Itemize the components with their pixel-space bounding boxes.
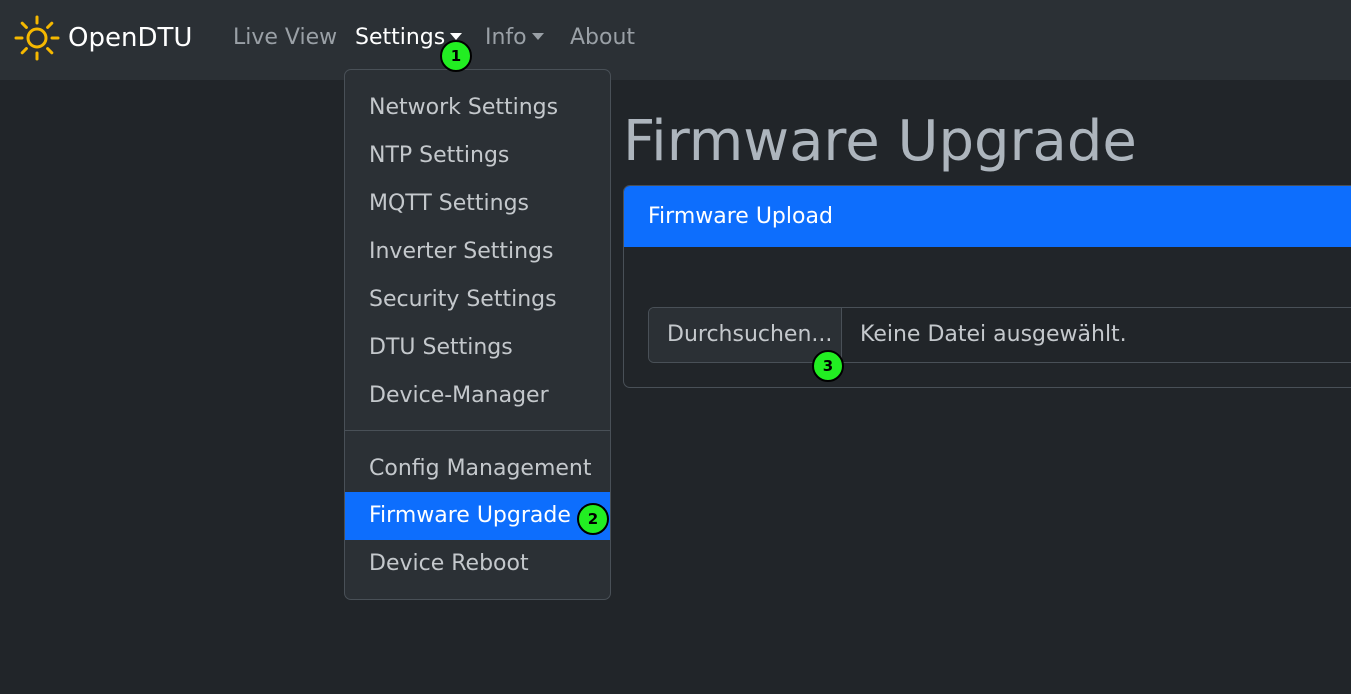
brand-name: OpenDTU bbox=[68, 23, 193, 53]
caret-down-icon bbox=[531, 33, 544, 40]
menu-item-mqtt-settings[interactable]: MQTT Settings bbox=[345, 180, 610, 228]
menu-item-firmware-upgrade[interactable]: Firmware Upgrade bbox=[345, 492, 610, 540]
sun-icon bbox=[14, 15, 60, 61]
menu-item-network-settings[interactable]: Network Settings bbox=[345, 84, 610, 132]
menu-item-dtu-settings[interactable]: DTU Settings bbox=[345, 324, 610, 372]
navbar: OpenDTU Live View Settings Info About bbox=[0, 0, 1351, 80]
browse-button[interactable]: Durchsuchen... bbox=[649, 308, 842, 362]
menu-item-device-manager[interactable]: Device-Manager bbox=[345, 372, 610, 420]
menu-item-ntp-settings[interactable]: NTP Settings bbox=[345, 132, 610, 180]
brand-link[interactable]: OpenDTU bbox=[14, 14, 192, 62]
nav-info-dropdown[interactable]: Info bbox=[485, 22, 544, 54]
firmware-upload-card: Firmware Upload Durchsuchen... Keine Dat… bbox=[623, 185, 1351, 388]
page-title: Firmware Upgrade bbox=[623, 109, 1137, 174]
nav-about[interactable]: About bbox=[570, 22, 635, 54]
caret-down-icon bbox=[450, 33, 463, 40]
menu-item-config-management[interactable]: Config Management bbox=[345, 445, 610, 493]
menu-item-device-reboot[interactable]: Device Reboot bbox=[345, 540, 610, 588]
step-marker-2: 2 bbox=[577, 503, 609, 535]
step-marker-1: 1 bbox=[440, 40, 472, 72]
menu-divider bbox=[345, 430, 610, 431]
settings-dropdown-menu: Network Settings NTP Settings MQTT Setti… bbox=[344, 69, 611, 600]
menu-item-inverter-settings[interactable]: Inverter Settings bbox=[345, 228, 610, 276]
card-header: Firmware Upload bbox=[624, 186, 1351, 247]
step-marker-3: 3 bbox=[812, 350, 844, 382]
menu-item-security-settings[interactable]: Security Settings bbox=[345, 276, 610, 324]
nav-live-view[interactable]: Live View bbox=[233, 22, 337, 54]
firmware-file-input[interactable]: Durchsuchen... Keine Datei ausgewählt. bbox=[648, 307, 1351, 363]
file-status-text: Keine Datei ausgewählt. bbox=[860, 322, 1127, 347]
